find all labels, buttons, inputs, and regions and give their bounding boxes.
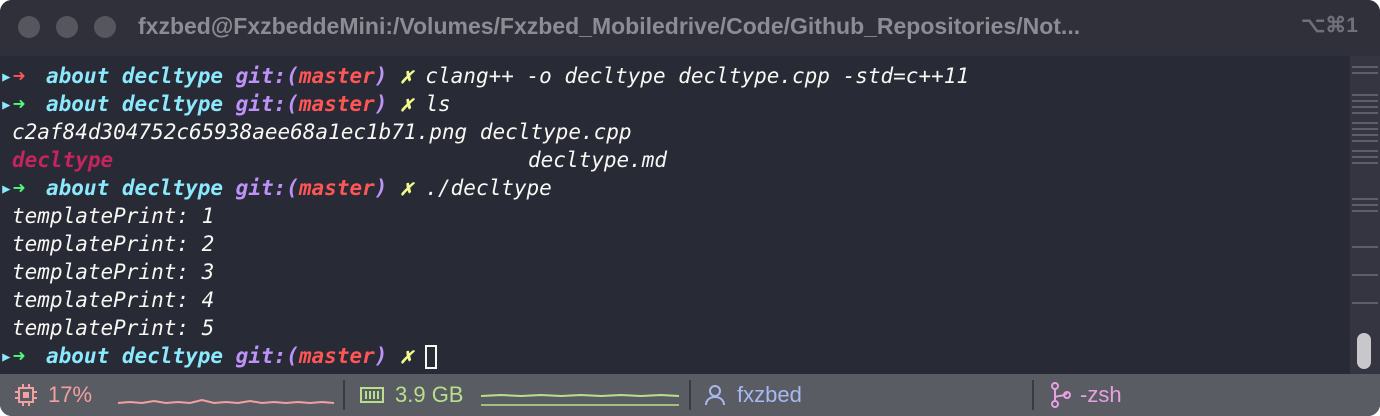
title-bar: fxzbed@FxzbeddeMini:/Volumes/Fxzbed_Mobi… <box>0 0 1380 56</box>
prompt-dir: about decltype <box>46 92 224 116</box>
prompt-dir: about decltype <box>46 176 224 200</box>
prompt-arrow-icon: ▸➜ <box>0 64 26 88</box>
git-branch: master <box>298 176 375 200</box>
user-segment[interactable]: fxzbed <box>691 374 1031 416</box>
cpu-sparkline <box>118 398 334 405</box>
terminal-window: fxzbed@FxzbeddeMini:/Volumes/Fxzbed_Mobi… <box>0 0 1380 416</box>
file-entry: decltype.md <box>528 148 668 172</box>
program-output-line: templatePrint: 2 <box>12 232 215 256</box>
dirty-marker: ✗ <box>400 92 413 116</box>
scroll-mark <box>1352 112 1378 114</box>
user-icon <box>705 385 725 406</box>
git-branch-icon <box>1051 382 1071 408</box>
scroll-mark <box>1352 302 1378 304</box>
prompt-arrow-icon: ▸➜ <box>0 344 26 368</box>
shell-segment[interactable]: -zsh <box>1034 374 1380 416</box>
program-output-line: templatePrint: 1 <box>12 204 215 228</box>
window-title: fxzbed@FxzbeddeMini:/Volumes/Fxzbed_Mobi… <box>138 13 1081 39</box>
zoom-button[interactable] <box>94 16 116 38</box>
program-output-line: templatePrint: 5 <box>12 316 215 340</box>
ls-output-line: c2af84d304752c65938aee68a1ec1b71.png dec… <box>0 118 632 146</box>
command-text: ls <box>425 92 451 116</box>
cpu-usage: 17% <box>48 382 93 407</box>
text-cursor[interactable] <box>425 345 438 369</box>
prompt-line: ▸➜ about decltype git:(master) ✗ clang++ … <box>0 64 970 88</box>
scroll-mark <box>1352 122 1378 124</box>
terminal-output[interactable]: ▸➜ about decltype git:(master) ✗ clang++ … <box>0 56 1350 374</box>
scroll-mark <box>1352 150 1378 152</box>
prompt-line: ▸➜ about decltype git:(master) ✗ ls <box>0 92 451 116</box>
user-name: fxzbed <box>737 382 802 407</box>
program-output-line: templatePrint: 3 <box>12 260 215 284</box>
scroll-mark <box>1352 106 1378 108</box>
git-branch: master <box>298 344 375 368</box>
file-entry: decltype.cpp <box>479 120 632 144</box>
shell-name: -zsh <box>1080 382 1122 407</box>
scroll-mark <box>1352 246 1378 248</box>
git-branch: master <box>298 92 375 116</box>
scroll-mark <box>1352 210 1378 212</box>
prompt-arrow-icon: ▸➜ <box>0 92 26 116</box>
dirty-marker: ✗ <box>400 64 413 88</box>
memory-usage: 3.9 GB <box>395 382 464 407</box>
scroll-mark <box>1352 66 1378 68</box>
command-text: ./decltype <box>425 176 552 200</box>
scroll-mark <box>1352 140 1378 142</box>
scroll-mark <box>1352 274 1378 276</box>
file-entry: c2af84d304752c65938aee68a1ec1b71.png <box>12 120 468 144</box>
memory-sparkline <box>481 393 679 406</box>
command-text: clang++ -o decltype decltype.cpp -std=c+… <box>425 64 970 88</box>
cpu-icon <box>15 384 37 406</box>
scrollbar-thumb[interactable] <box>1357 333 1371 369</box>
ls-output-line: decltype decltype.md <box>0 146 667 174</box>
prompt-arrow-icon: ▸➜ <box>0 176 26 200</box>
prompt-line: ▸➜ about decltype git:(master) ✗ ./declty… <box>0 176 552 200</box>
status-bar: 17% 3.9 GB fxzbed -zsh <box>0 374 1380 416</box>
scroll-mark <box>1352 128 1378 130</box>
memory-icon <box>360 387 384 403</box>
scrollbar[interactable] <box>1350 56 1380 374</box>
cpu-segment[interactable]: 17% <box>0 374 342 416</box>
scroll-mark <box>1352 94 1378 96</box>
executable-entry: decltype <box>12 148 114 172</box>
scroll-mark <box>1352 204 1378 206</box>
close-button[interactable] <box>18 16 40 38</box>
scroll-mark <box>1352 156 1378 158</box>
dirty-marker: ✗ <box>400 176 413 200</box>
minimize-button[interactable] <box>56 16 78 38</box>
prompt-dir: about decltype <box>46 344 224 368</box>
memory-segment[interactable]: 3.9 GB <box>345 374 687 416</box>
scroll-mark <box>1352 100 1378 102</box>
scroll-mark <box>1352 198 1378 200</box>
program-output-line: templatePrint: 4 <box>12 288 215 312</box>
scroll-mark <box>1352 162 1378 164</box>
scroll-mark <box>1352 72 1378 74</box>
dirty-marker: ✗ <box>400 344 413 368</box>
prompt-dir: about decltype <box>46 64 224 88</box>
git-branch: master <box>298 64 375 88</box>
tab-shortcut: ⌥⌘1 <box>1301 14 1358 37</box>
prompt-line: ▸➜ about decltype git:(master) ✗ <box>0 342 438 370</box>
scroll-mark <box>1352 134 1378 136</box>
